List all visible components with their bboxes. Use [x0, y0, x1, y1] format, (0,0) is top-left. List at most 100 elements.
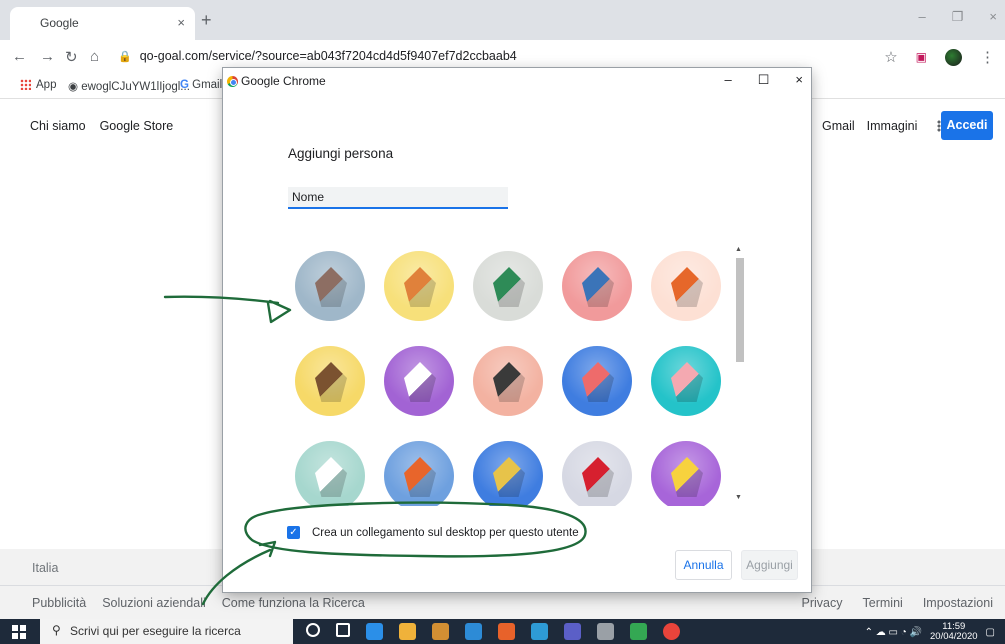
avatar-corgi[interactable] [384, 251, 454, 321]
system-tray: ⌃ ☁ ▭ ◔ 🔊 11:59 20/04/2020 ▢ [865, 622, 995, 642]
bookmark-apps[interactable]: App [20, 79, 56, 91]
footer-country: Italia [32, 561, 59, 575]
taskbar-app-icon[interactable] [336, 623, 350, 637]
taskbar-app-icon[interactable] [597, 623, 614, 640]
how-search-works-link[interactable]: Come funziona la Ricerca [222, 596, 365, 610]
basketball-icon [404, 457, 436, 497]
avatar-scrollbar[interactable]: ▲ ▼ [733, 244, 745, 506]
avatar-basketball[interactable] [384, 441, 454, 506]
scroll-thumb[interactable] [736, 258, 744, 362]
corgi-icon [404, 267, 436, 307]
taskbar-app-icon[interactable] [531, 623, 548, 640]
avatar-monkey[interactable] [295, 346, 365, 416]
bookmark-star-icon[interactable]: ☆ [884, 48, 897, 66]
taskbar-apps [306, 623, 680, 640]
toolbar-right: ☆ ▣ ⋮ [884, 48, 995, 66]
gmail-link[interactable]: Gmail [822, 119, 855, 133]
scroll-up-icon[interactable]: ▲ [735, 246, 742, 253]
settings-link[interactable]: Impostazioni [923, 596, 993, 610]
clock[interactable]: 11:59 20/04/2020 [930, 622, 978, 642]
taskbar-app-icon[interactable] [366, 623, 383, 640]
advertising-link[interactable]: Pubblicità [32, 596, 86, 610]
bookmark-link[interactable]: ◉ ewoglCJuYW1lIjogl... [68, 79, 190, 93]
avatar-unicorn[interactable] [295, 441, 365, 506]
cat-icon [315, 267, 347, 307]
fox-icon [671, 267, 703, 307]
reload-icon[interactable]: ↻ [65, 48, 78, 66]
taskbar-app-icon[interactable] [498, 623, 515, 640]
window-controls: – ❐ × [919, 9, 997, 25]
minimize-button[interactable]: – [919, 9, 926, 25]
notification-icon[interactable]: ▢ [986, 627, 995, 638]
top-left-nav: Chi siamo Google Store [30, 119, 173, 133]
google-icon: G [180, 79, 193, 91]
dialog-maximize-button[interactable]: ☐ [758, 72, 770, 88]
dialog-close-button[interactable]: × [795, 72, 803, 88]
add-person-dialog: Google Chrome – ☐ × Aggiungi persona ▲ ▼… [223, 68, 811, 592]
desktop-shortcut-checkbox[interactable]: ✓ [287, 526, 300, 539]
taskbar-app-icon[interactable] [663, 623, 680, 640]
butterfly-icon [582, 362, 614, 402]
browser-tab[interactable]: Google × [10, 7, 195, 40]
dialog-minimize-button[interactable]: – [725, 72, 732, 88]
panda-icon [404, 362, 436, 402]
tab-close-icon[interactable]: × [177, 15, 185, 30]
avatar-cheese[interactable] [651, 441, 721, 506]
cheese-icon [671, 457, 703, 497]
taskbar-app-icon[interactable] [465, 623, 482, 640]
forward-icon[interactable]: → [40, 48, 55, 65]
maximize-button[interactable]: ❐ [952, 9, 964, 25]
taskbar-app-icon[interactable] [630, 623, 647, 640]
home-icon[interactable]: ⌂ [90, 48, 99, 65]
scroll-down-icon[interactable]: ▼ [735, 494, 742, 501]
avatar-panda[interactable] [384, 346, 454, 416]
rabbit-icon [671, 362, 703, 402]
add-button[interactable]: Aggiungi [741, 550, 798, 580]
avatar-penguin[interactable] [473, 346, 543, 416]
avatar-grid [288, 244, 738, 506]
avatar-rabbit[interactable] [651, 346, 721, 416]
url-text: qo-goal.com/service/?source=ab043f7204cd… [139, 49, 517, 63]
taskbar-app-icon[interactable] [306, 623, 320, 637]
signin-button[interactable]: Accedi [941, 111, 993, 140]
avatar-dragon[interactable] [473, 251, 543, 321]
start-icon[interactable] [12, 625, 26, 639]
taskbar-app-icon[interactable] [399, 623, 416, 640]
chrome-logo-icon [227, 76, 238, 87]
profile-avatar[interactable] [945, 48, 962, 66]
name-input[interactable] [288, 187, 508, 209]
clock-date: 20/04/2020 [930, 631, 978, 642]
back-icon[interactable]: ← [12, 48, 27, 65]
taskbar-app-icon[interactable] [564, 623, 581, 640]
taskbar-app-icon[interactable] [432, 623, 449, 640]
avatar-bird[interactable] [562, 441, 632, 506]
new-tab-button[interactable]: + [201, 10, 212, 31]
images-link[interactable]: Immagini [867, 119, 918, 133]
windows-taskbar: ⚲ Scrivi qui per eseguire la ricerca ⌃ ☁… [0, 619, 1005, 644]
address-bar[interactable]: 🔒 qo-goal.com/service/?source=ab043f7204c… [118, 49, 517, 63]
dragon-icon [493, 267, 525, 307]
monkey-icon [315, 362, 347, 402]
menu-icon[interactable]: ⋮ [980, 48, 995, 66]
extension-icon[interactable]: ▣ [916, 50, 927, 64]
avatar-fox[interactable] [651, 251, 721, 321]
terms-link[interactable]: Termini [863, 596, 903, 610]
avatar-cat[interactable] [295, 251, 365, 321]
dialog-window-controls: – ☐ × [725, 72, 803, 88]
avatar-butterfly[interactable] [562, 346, 632, 416]
taskbar-search[interactable]: ⚲ Scrivi qui per eseguire la ricerca [40, 619, 293, 644]
store-link[interactable]: Google Store [100, 119, 174, 133]
avatar-bicycle[interactable] [473, 441, 543, 506]
top-right-nav: Gmail Immagini [822, 119, 950, 133]
globe-icon: ◉ [68, 81, 82, 93]
close-window-button[interactable]: × [989, 9, 997, 25]
privacy-link[interactable]: Privacy [802, 596, 843, 610]
business-link[interactable]: Soluzioni aziendali [102, 596, 206, 610]
avatar-elephant[interactable] [562, 251, 632, 321]
bookmark-gmail[interactable]: G Gmail [180, 79, 222, 91]
tray-icons[interactable]: ⌃ ☁ ▭ ◔ 🔊 [865, 627, 922, 638]
about-link[interactable]: Chi siamo [30, 119, 86, 133]
cancel-button[interactable]: Annulla [675, 550, 732, 580]
dialog-heading: Aggiungi persona [288, 146, 394, 161]
desktop-shortcut-option: ✓ Crea un collegamento sul desktop per q… [287, 526, 579, 539]
